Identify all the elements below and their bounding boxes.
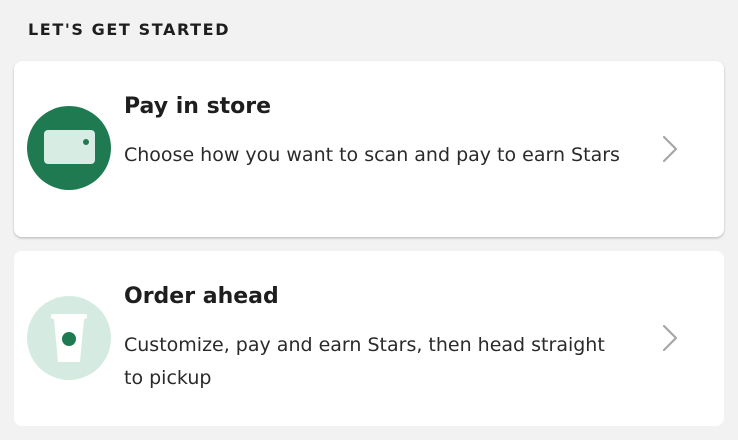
- chevron-right-icon: [662, 324, 678, 352]
- payment-card-icon: [27, 106, 111, 190]
- coffee-cup-glyph: [51, 314, 87, 362]
- card-title: Order ahead: [124, 284, 279, 309]
- card-description: Choose how you want to scan and pay to e…: [124, 144, 620, 166]
- payment-card-glyph: [44, 130, 95, 164]
- chevron-right-icon: [662, 135, 678, 163]
- payment-card-dot: [83, 139, 89, 145]
- section-title: LET'S GET STARTED: [28, 20, 231, 39]
- order-ahead-card[interactable]: Order ahead Customize, pay and earn Star…: [14, 251, 724, 426]
- coffee-cup-icon: [27, 296, 111, 380]
- card-title: Pay in store: [124, 94, 272, 119]
- start-screen: LET'S GET STARTED Pay in store Choose ho…: [0, 0, 738, 440]
- card-description: Customize, pay and earn Stars, then head…: [124, 334, 605, 389]
- pay-in-store-card[interactable]: Pay in store Choose how you want to scan…: [14, 61, 724, 237]
